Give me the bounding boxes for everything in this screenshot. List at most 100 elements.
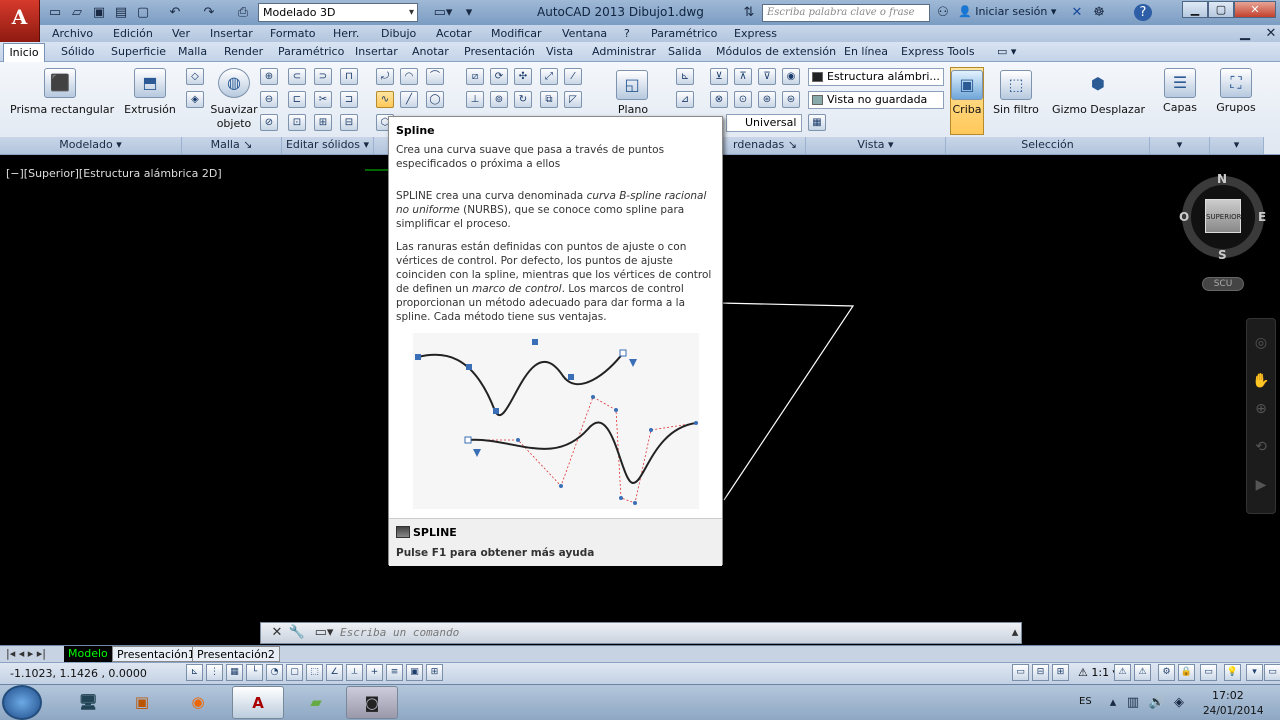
login-link[interactable]: 👤 Iniciar sesión ▾ <box>958 5 1056 18</box>
ucs-face-icon[interactable]: ⊙ <box>734 91 752 108</box>
tray-app-icon[interactable]: ◈ <box>1170 694 1188 711</box>
rotate-icon[interactable]: ↻ <box>514 91 532 108</box>
3d-osnap-icon[interactable]: ⬚ <box>306 664 323 681</box>
menu-herr[interactable]: Herr. <box>333 27 359 40</box>
annotation-visibility-icon[interactable]: ⚠ <box>1114 664 1131 681</box>
explorer-task-icon[interactable]: 🖥 <box>62 686 114 719</box>
customize-cmd-icon[interactable]: 🔧 <box>288 624 306 641</box>
maximize-button[interactable]: ▢ <box>1208 1 1234 18</box>
ucs-origin-icon[interactable]: ⊿ <box>676 91 694 108</box>
grid-icon[interactable]: ▦ <box>226 664 243 681</box>
arc-icon[interactable]: ◠ <box>400 68 418 85</box>
save-icon[interactable]: ▣ <box>90 4 108 21</box>
quick-properties-icon[interactable]: ⊞ <box>426 664 443 681</box>
layout-tab-presentacion1[interactable]: Presentación1 <box>112 646 200 662</box>
volume-icon[interactable]: 🔊 <box>1148 694 1166 711</box>
viewport-config-icon[interactable]: ▦ <box>808 114 826 131</box>
separate-icon[interactable]: ⊡ <box>288 114 306 131</box>
fillet-icon[interactable]: ⌒ <box>426 68 444 85</box>
tab-solido[interactable]: Sólido <box>61 45 95 58</box>
panel-editar-solidos[interactable]: Editar sólidos ▾ <box>282 137 374 154</box>
dyn-icon[interactable]: + <box>366 664 383 681</box>
grupos-label[interactable]: Grupos <box>1210 101 1262 114</box>
steering-wheel-icon[interactable]: ◎ <box>1252 334 1270 352</box>
ucs-world-icon[interactable]: ◉ <box>782 68 800 85</box>
layout-tab-modelo[interactable]: Modelo <box>64 646 112 662</box>
compass-east[interactable]: E <box>1258 210 1266 224</box>
interfere-icon[interactable]: ⊏ <box>288 91 306 108</box>
trim-icon[interactable]: ⁄ <box>564 68 582 85</box>
application-menu-button[interactable]: A <box>0 0 40 42</box>
ucs-view-icon[interactable]: ⊛ <box>758 91 776 108</box>
tab-parametrico[interactable]: Paramétrico <box>278 45 344 58</box>
gizmo-icon[interactable]: ⬢ <box>1082 70 1114 100</box>
tab-modulos[interactable]: Módulos de extensión <box>716 45 836 58</box>
menu-acotar[interactable]: Acotar <box>436 27 472 40</box>
workspace-switch-icon[interactable]: ⚙ <box>1158 664 1175 681</box>
pan-icon[interactable]: ✋ <box>1252 372 1270 390</box>
status-menu-icon[interactable]: ▾ <box>1246 664 1263 681</box>
annotation-scale[interactable]: ⚠ 1:1 ▾ <box>1078 666 1118 679</box>
ortho-icon[interactable]: └ <box>246 664 263 681</box>
transparency-icon[interactable]: ▣ <box>406 664 423 681</box>
panel-seleccion[interactable]: Selección <box>946 137 1150 154</box>
minimize-button[interactable]: ▁ <box>1182 1 1208 18</box>
tab-en-linea[interactable]: En línea <box>844 45 888 58</box>
compass-north[interactable]: N <box>1217 172 1227 186</box>
infer-constraints-icon[interactable]: ⊾ <box>186 664 203 681</box>
recent-commands-icon[interactable]: ▭▾ <box>312 624 336 641</box>
language-indicator[interactable]: ES <box>1079 696 1092 707</box>
autocad-task-icon[interactable]: A <box>232 686 284 719</box>
smooth-object-icon[interactable]: ◍ <box>218 68 250 98</box>
hardware-accel-icon[interactable]: ▭ <box>1200 664 1217 681</box>
named-view-select[interactable]: Vista no guardada <box>808 91 944 109</box>
capas-label[interactable]: Capas <box>1156 101 1204 114</box>
intersect-icon[interactable]: ⊓ <box>340 68 358 85</box>
scale-icon[interactable]: ⤢ <box>540 68 558 85</box>
zoom-icon[interactable]: ⊕ <box>1252 400 1270 418</box>
sketch-task-icon[interactable]: ▰ <box>290 686 342 719</box>
tab-presentacion[interactable]: Presentación <box>464 45 535 58</box>
customize-quickaccess-icon[interactable]: ▾ <box>460 4 478 21</box>
imprint-icon[interactable]: ⊟ <box>340 114 358 131</box>
menu-insertar[interactable]: Insertar <box>210 27 253 40</box>
undo-icon[interactable]: ↶ <box>166 4 184 21</box>
auto-scale-icon[interactable]: ⚠ <box>1134 664 1151 681</box>
suavizar-label-2[interactable]: objeto <box>208 117 260 130</box>
compass-west[interactable]: O <box>1179 210 1189 224</box>
union-icon[interactable]: ⊂ <box>288 68 306 85</box>
compass-south[interactable]: S <box>1218 248 1227 262</box>
communication-icon[interactable]: ☸ <box>1090 4 1108 21</box>
menu-archivo[interactable]: Archivo <box>52 27 93 40</box>
window-arrange-icon[interactable]: ⇅ <box>740 4 758 21</box>
quick-view-layouts-icon[interactable]: ⊟ <box>1032 664 1049 681</box>
ucs-x-icon[interactable]: ⊻ <box>710 68 728 85</box>
mesh-refine-icon[interactable]: ⊘ <box>260 114 278 131</box>
search-input[interactable]: Escriba palabra clave o frase <box>762 4 930 22</box>
model-space-icon[interactable]: ▭ <box>1012 664 1029 681</box>
menu-ventana[interactable]: Ventana <box>562 27 607 40</box>
clock-time[interactable]: 17:02 <box>1212 689 1244 702</box>
thicken-icon[interactable]: ⊞ <box>314 114 332 131</box>
plano-label[interactable]: Plano <box>608 103 658 116</box>
prisma-label[interactable]: Prisma rectangular <box>10 103 114 116</box>
command-input[interactable]: Escriba un comando <box>340 626 459 639</box>
plot-preview-icon[interactable]: ▢ <box>134 4 152 21</box>
start-button[interactable] <box>2 685 42 720</box>
firefox-task-icon[interactable]: ◉ <box>172 686 224 719</box>
box-icon[interactable]: ⬛ <box>44 68 76 98</box>
showmotion-icon[interactable]: ▶ <box>1252 476 1270 494</box>
ucs-3point-icon[interactable]: ⊗ <box>710 91 728 108</box>
tab-insertar[interactable]: Insertar <box>355 45 398 58</box>
menu-ver[interactable]: Ver <box>172 27 190 40</box>
layout-tab-presentacion2[interactable]: Presentación2 <box>192 646 280 662</box>
chamfer-icon[interactable]: ◸ <box>564 91 582 108</box>
clock-date[interactable]: 24/01/2014 <box>1203 705 1264 717</box>
line-icon[interactable]: ╱ <box>400 91 418 108</box>
mesh-smooth-less-icon[interactable]: ⊖ <box>260 91 278 108</box>
menu-modificar[interactable]: Modificar <box>491 27 542 40</box>
quick-view-drawings-icon[interactable]: ⊞ <box>1052 664 1069 681</box>
ucs-icon[interactable]: ⊾ <box>676 68 694 85</box>
workspace-select[interactable]: Modelado 3D <box>258 3 418 22</box>
ucs-select[interactable]: Universal <box>726 114 802 132</box>
